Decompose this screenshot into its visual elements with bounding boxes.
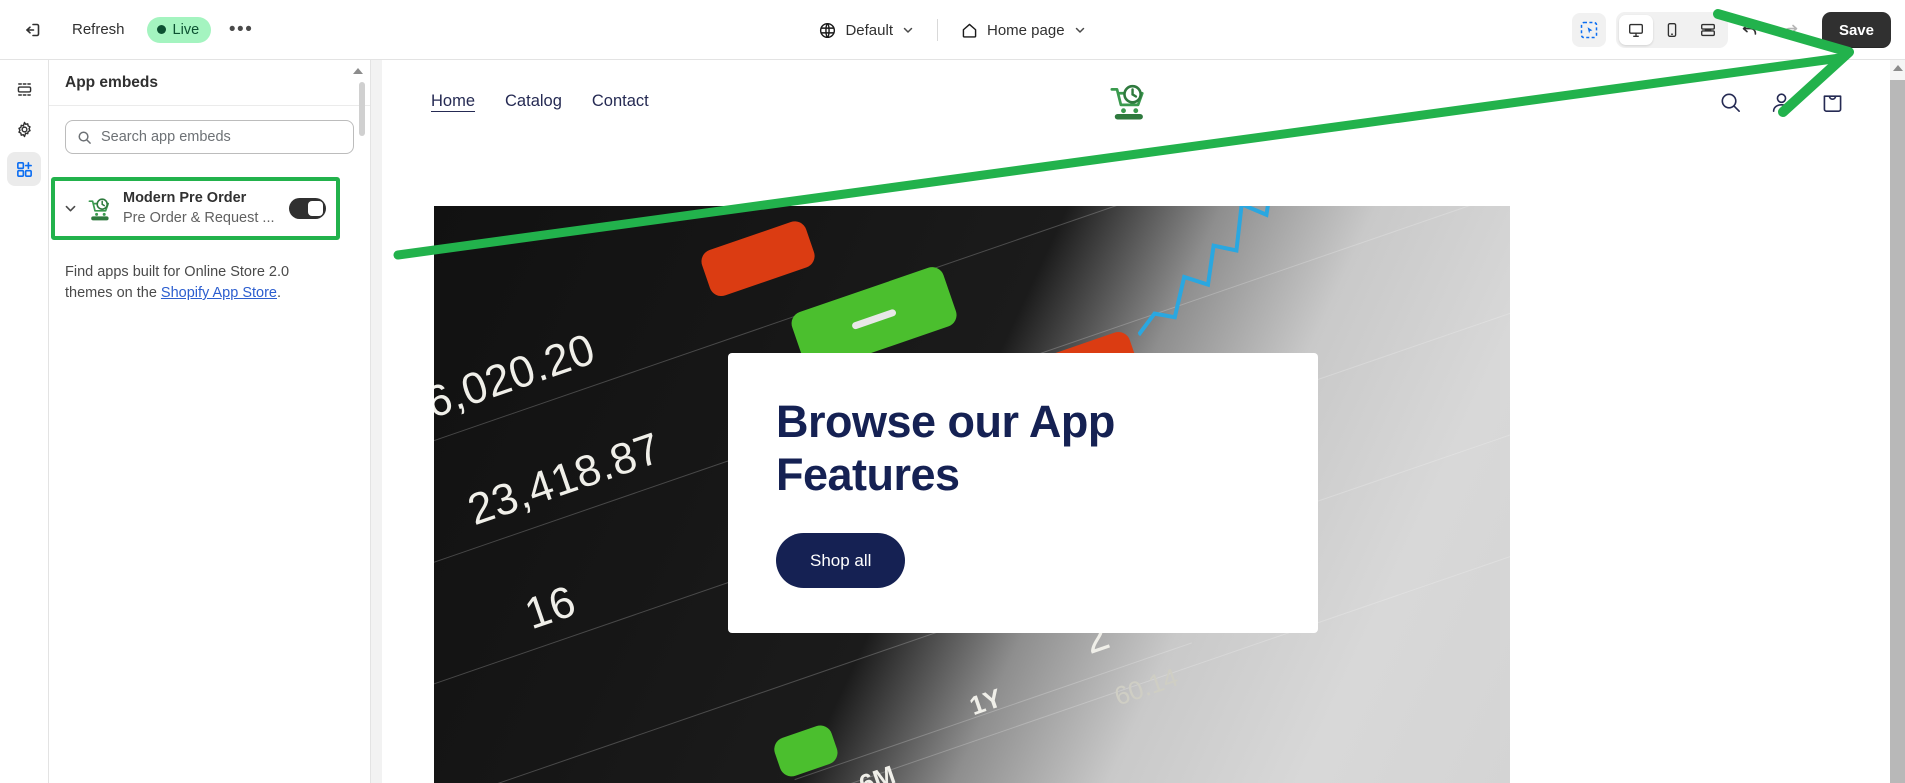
pre-order-cart-icon <box>87 196 113 222</box>
storefront-nav: Home Catalog Contact <box>431 92 649 113</box>
store-logo-icon[interactable] <box>1107 80 1151 124</box>
select-tool-icon[interactable] <box>1571 13 1606 47</box>
hero-banner: 16,020.20 23,418.87 16 52.58 2 3M <box>434 206 1510 783</box>
device-toggle-group <box>1615 12 1728 48</box>
page-title: App embeds <box>65 73 159 91</box>
top-bar-left: Refresh Live ••• <box>0 12 259 48</box>
live-dot-icon <box>156 25 166 34</box>
storefront-actions <box>1718 90 1845 115</box>
top-bar-right: Save <box>1571 0 1891 60</box>
chevron-down-icon <box>1073 23 1087 37</box>
search-icon[interactable] <box>1718 90 1743 115</box>
sidebar-header: App embeds <box>49 60 370 106</box>
ticker-value: 16 <box>518 576 582 640</box>
desktop-icon[interactable] <box>1618 15 1653 45</box>
refresh-button[interactable]: Refresh <box>62 14 135 46</box>
ticker-value: 52.58 <box>542 777 671 783</box>
account-icon[interactable] <box>1769 90 1794 115</box>
scroll-up-arrow-icon[interactable] <box>1893 65 1903 71</box>
redo-icon[interactable] <box>1772 12 1808 48</box>
save-button[interactable]: Save <box>1821 12 1891 48</box>
app-embed-toggle[interactable] <box>289 198 326 219</box>
preview-scrollbar[interactable] <box>1890 60 1905 783</box>
app-embed-texts: Modern Pre Order Pre Order & Request ... <box>119 189 283 228</box>
search-box[interactable] <box>65 120 354 154</box>
page-label: Home page <box>986 21 1065 39</box>
page-selector[interactable]: Home page <box>952 13 1095 47</box>
app-embed-row[interactable]: Modern Pre Order Pre Order & Request ... <box>55 181 336 236</box>
sidebar-scrollbar[interactable] <box>353 66 365 766</box>
storefront-header: Home Catalog Contact <box>382 60 1875 144</box>
storefront-preview[interactable]: Home Catalog Contact 16,020.20 23,418.87… <box>382 60 1890 783</box>
search-input[interactable] <box>101 129 342 145</box>
ticker-value: 23,418.87 <box>461 423 668 536</box>
shop-all-button[interactable]: Shop all <box>776 533 906 589</box>
top-bar: Refresh Live ••• Default Home page Save <box>0 0 1905 60</box>
ticker-value: 16,020.20 <box>434 324 602 437</box>
app-embed-name: Modern Pre Order <box>123 189 247 206</box>
timeframe-label: 6M <box>855 759 900 783</box>
ticker-pill-green <box>771 722 841 780</box>
preview-gutter <box>371 60 382 783</box>
search-icon <box>77 130 92 145</box>
divider <box>936 19 938 41</box>
more-options-button[interactable]: ••• <box>223 12 259 48</box>
undo-icon[interactable] <box>1732 12 1768 48</box>
scroll-up-arrow-icon[interactable] <box>353 68 363 74</box>
full-width-icon[interactable] <box>1691 15 1725 45</box>
search-wrapper <box>49 106 370 164</box>
status-badge: Live <box>146 16 212 43</box>
chevron-down-icon <box>901 23 915 37</box>
live-label: Live <box>172 21 200 38</box>
scroll-thumb[interactable] <box>1890 80 1905 783</box>
app-embeds-sidebar: App embeds Modern Pr <box>49 60 371 783</box>
nav-link-contact[interactable]: Contact <box>592 92 649 113</box>
hero-title: Browse our App Features <box>776 396 1115 501</box>
cart-icon[interactable] <box>1820 90 1845 115</box>
pill-dash-icon <box>851 308 897 331</box>
mobile-icon[interactable] <box>1655 15 1689 45</box>
theme-preview-area: Home Catalog Contact 16,020.20 23,418.87… <box>371 60 1905 783</box>
ticker-pill-red <box>698 218 818 300</box>
nav-link-catalog[interactable]: Catalog <box>505 92 562 113</box>
hero-content-card: Browse our App Features Shop all <box>728 353 1318 633</box>
nav-link-home[interactable]: Home <box>431 92 475 113</box>
theme-selector[interactable]: Default <box>810 13 923 47</box>
timeframe-value: 60.14 <box>1110 661 1182 712</box>
apps-icon[interactable] <box>7 152 41 186</box>
help-suffix: . <box>277 285 282 302</box>
sections-icon[interactable] <box>7 72 41 106</box>
home-icon <box>960 21 979 40</box>
app-embed-subtitle: Pre Order & Request ... <box>123 209 275 226</box>
exit-icon[interactable] <box>14 12 50 48</box>
shopify-app-store-link[interactable]: Shopify App Store <box>161 285 277 301</box>
toggle-knob <box>308 201 323 216</box>
scroll-thumb[interactable] <box>359 82 365 136</box>
globe-icon <box>818 21 837 40</box>
chevron-down-icon[interactable] <box>59 198 81 220</box>
sidebar-help-text: Find apps built for Online Store 2.0 the… <box>65 262 327 304</box>
timeframe-label: 1Y <box>965 682 1006 722</box>
theme-label: Default <box>845 21 893 39</box>
gear-icon[interactable] <box>7 112 41 146</box>
left-icon-rail <box>0 60 49 783</box>
